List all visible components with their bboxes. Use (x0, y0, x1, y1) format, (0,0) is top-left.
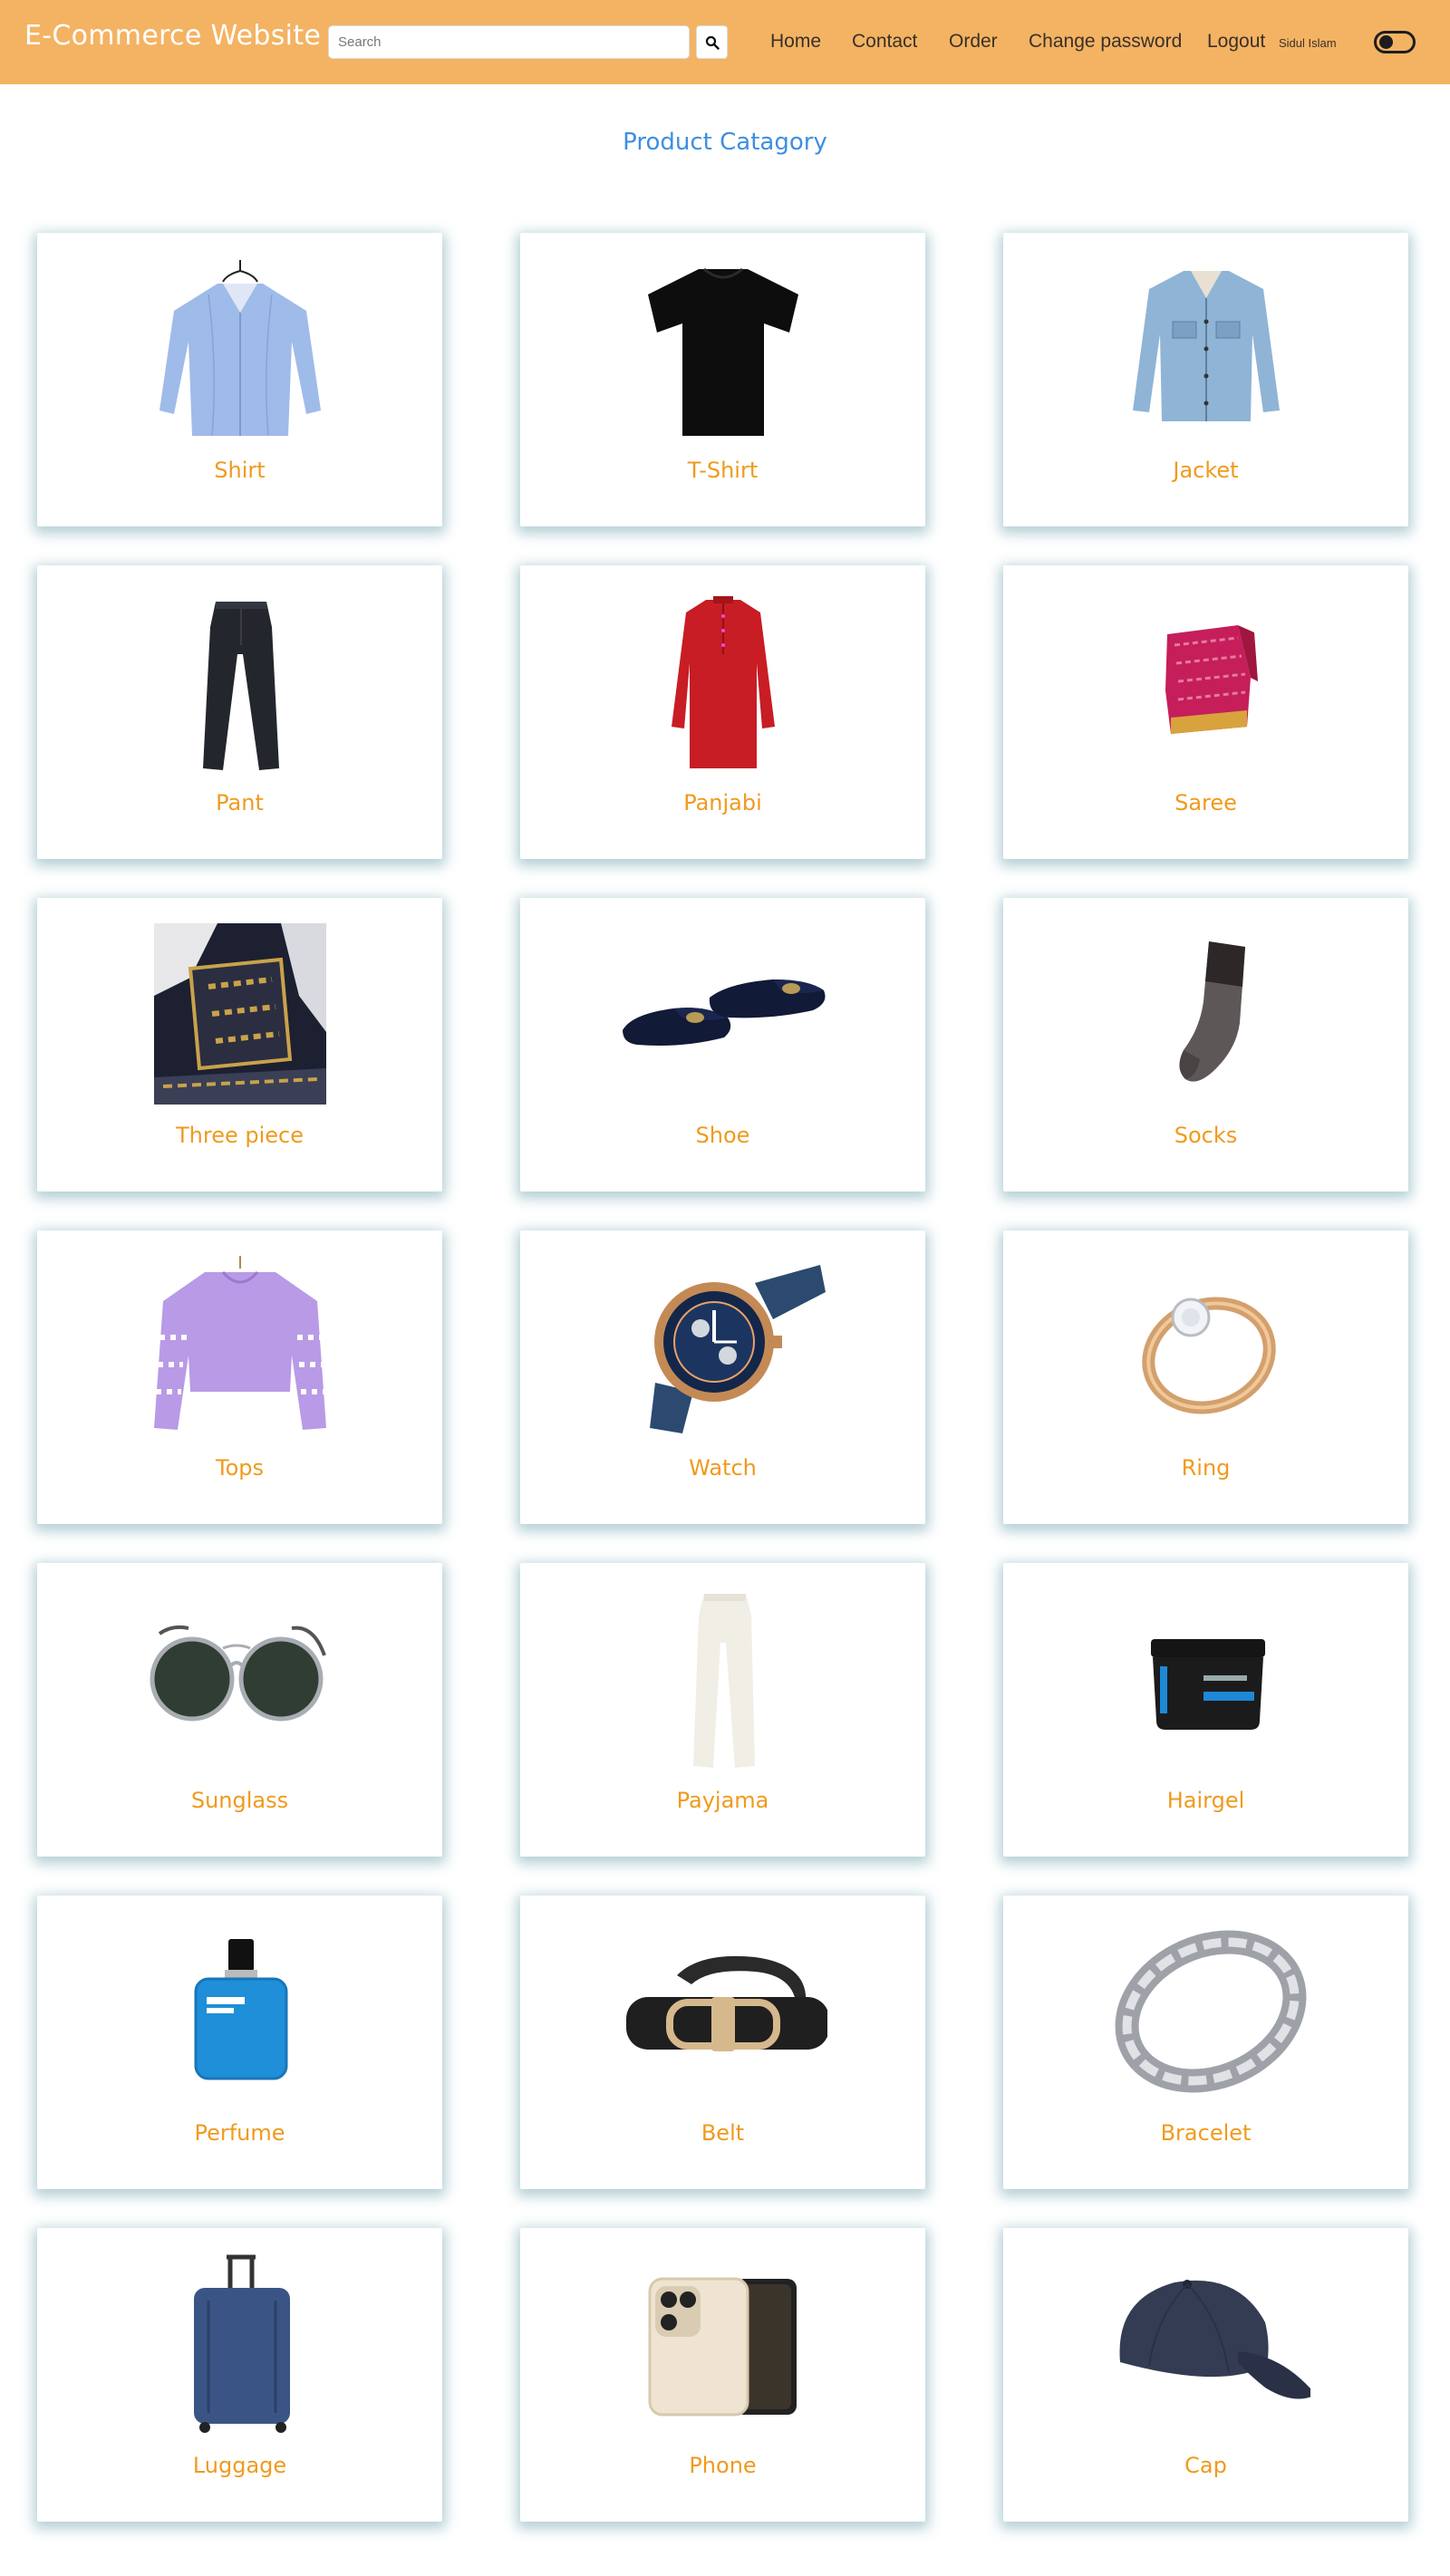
shoe-icon (622, 979, 825, 1046)
category-label: T-Shirt (687, 458, 759, 483)
category-card-ring[interactable]: Ring (1003, 1230, 1408, 1524)
category-card-pant[interactable]: Pant (37, 565, 442, 859)
watch-image (619, 1256, 827, 1437)
category-label: Sunglass (190, 1788, 289, 1813)
payjama-icon (692, 1594, 755, 1768)
category-card-saree[interactable]: Saree (1003, 565, 1408, 859)
category-card-shoe[interactable]: Shoe (520, 898, 925, 1192)
category-label: Ring (1181, 1455, 1231, 1481)
category-card-bracelet[interactable]: Bracelet (1003, 1896, 1408, 2189)
pant-icon (202, 602, 279, 770)
category-label: Pant (216, 790, 264, 815)
search-icon (705, 35, 720, 50)
category-card-payjama[interactable]: Payjama (520, 1563, 925, 1857)
category-card-cap[interactable]: Cap (1003, 2228, 1408, 2522)
nav-home-link[interactable]: Home (770, 31, 821, 53)
category-label: Watch (689, 1455, 757, 1481)
category-label: Panjabi (683, 790, 762, 815)
category-card-phone[interactable]: Phone (520, 2228, 925, 2522)
socks-icon (1178, 941, 1245, 1082)
category-label: Bracelet (1160, 2120, 1252, 2146)
bracelet-image (1102, 1921, 1310, 2102)
panjabi-icon (671, 596, 775, 768)
category-label: Tops (215, 1455, 264, 1481)
category-label: Hairgel (1166, 1788, 1245, 1813)
category-label: Luggage (192, 2453, 287, 2478)
category-card-sunglass[interactable]: Sunglass (37, 1563, 442, 1857)
tshirt-image (619, 258, 827, 439)
category-card-jacket[interactable]: Jacket (1003, 233, 1408, 526)
category-card-shirt[interactable]: Shirt (37, 233, 442, 526)
shoe-image (619, 923, 827, 1105)
hairgel-icon (1150, 1639, 1265, 1730)
category-label: Perfume (194, 2120, 285, 2146)
ring-icon (1141, 1297, 1276, 1414)
shirt-image (136, 258, 344, 439)
cap-image (1102, 2253, 1310, 2435)
category-label: Phone (689, 2453, 757, 2478)
socks-image (1102, 923, 1310, 1105)
tshirt-icon (647, 267, 798, 436)
phone-image (619, 2253, 827, 2435)
saree-image (1102, 591, 1310, 772)
saree-icon (1165, 625, 1258, 734)
belt-icon (625, 1955, 827, 2051)
category-label: Belt (701, 2120, 745, 2146)
jacket-image (1102, 258, 1310, 439)
pant-image (136, 591, 344, 772)
navbar: E-Commerce Website Home Contact Order Ch… (0, 0, 1450, 84)
category-label: Saree (1174, 790, 1237, 815)
search-button[interactable] (696, 25, 728, 59)
category-card-tops[interactable]: Tops (37, 1230, 442, 1524)
category-card-panjabi[interactable]: Panjabi (520, 565, 925, 859)
category-label: Cap (1184, 2453, 1227, 2478)
sunglass-image (136, 1588, 344, 1770)
nav-change-password-link[interactable]: Change password (1029, 31, 1182, 53)
luggage-image (136, 2253, 344, 2435)
watch-icon (649, 1265, 826, 1433)
category-card-perfume[interactable]: Perfume (37, 1896, 442, 2189)
toggle-knob (1379, 35, 1393, 49)
payjama-image (619, 1588, 827, 1770)
category-label: Shirt (214, 458, 266, 483)
three-piece-icon (153, 923, 326, 1105)
page-title: Product Catagory (623, 129, 827, 156)
tops-icon (153, 1256, 326, 1430)
belt-image (619, 1921, 827, 2102)
shirt-icon (159, 260, 321, 437)
perfume-icon (194, 1939, 287, 2080)
category-card-hairgel[interactable]: Hairgel (1003, 1563, 1408, 1857)
nav-logout-link[interactable]: Logout (1207, 31, 1265, 53)
category-card-watch[interactable]: Watch (520, 1230, 925, 1524)
jacket-icon (1132, 271, 1280, 421)
category-label: Socks (1174, 1123, 1238, 1148)
category-card-tshirt[interactable]: T-Shirt (520, 233, 925, 526)
category-label: Payjama (676, 1788, 769, 1813)
category-label: Shoe (695, 1123, 750, 1148)
bracelet-icon (1115, 1930, 1306, 2093)
category-card-socks[interactable]: Socks (1003, 898, 1408, 1192)
category-grid: Shirt T-Shirt Jacket Pant Panjabi Saree … (37, 233, 1411, 2522)
brand-title[interactable]: E-Commerce Website (24, 20, 321, 52)
search-input[interactable] (328, 25, 690, 59)
cap-icon (1119, 2280, 1310, 2399)
phone-icon (648, 2277, 797, 2417)
theme-toggle[interactable] (1374, 31, 1416, 53)
category-label: Three piece (176, 1123, 304, 1148)
nav-contact-link[interactable]: Contact (852, 31, 917, 53)
hairgel-image (1102, 1588, 1310, 1770)
category-label: Jacket (1173, 458, 1239, 483)
ring-image (1102, 1256, 1310, 1437)
panjabi-image (619, 591, 827, 772)
category-card-three-piece[interactable]: Three piece (37, 898, 442, 1192)
tops-image (136, 1256, 344, 1437)
perfume-image (136, 1921, 344, 2102)
three-piece-image (136, 923, 344, 1105)
luggage-icon (193, 2254, 290, 2433)
nav-order-link[interactable]: Order (949, 31, 998, 53)
category-card-belt[interactable]: Belt (520, 1896, 925, 2189)
category-card-luggage[interactable]: Luggage (37, 2228, 442, 2522)
sunglass-icon (150, 1625, 326, 1722)
user-name: Sidul Islam (1279, 36, 1337, 50)
